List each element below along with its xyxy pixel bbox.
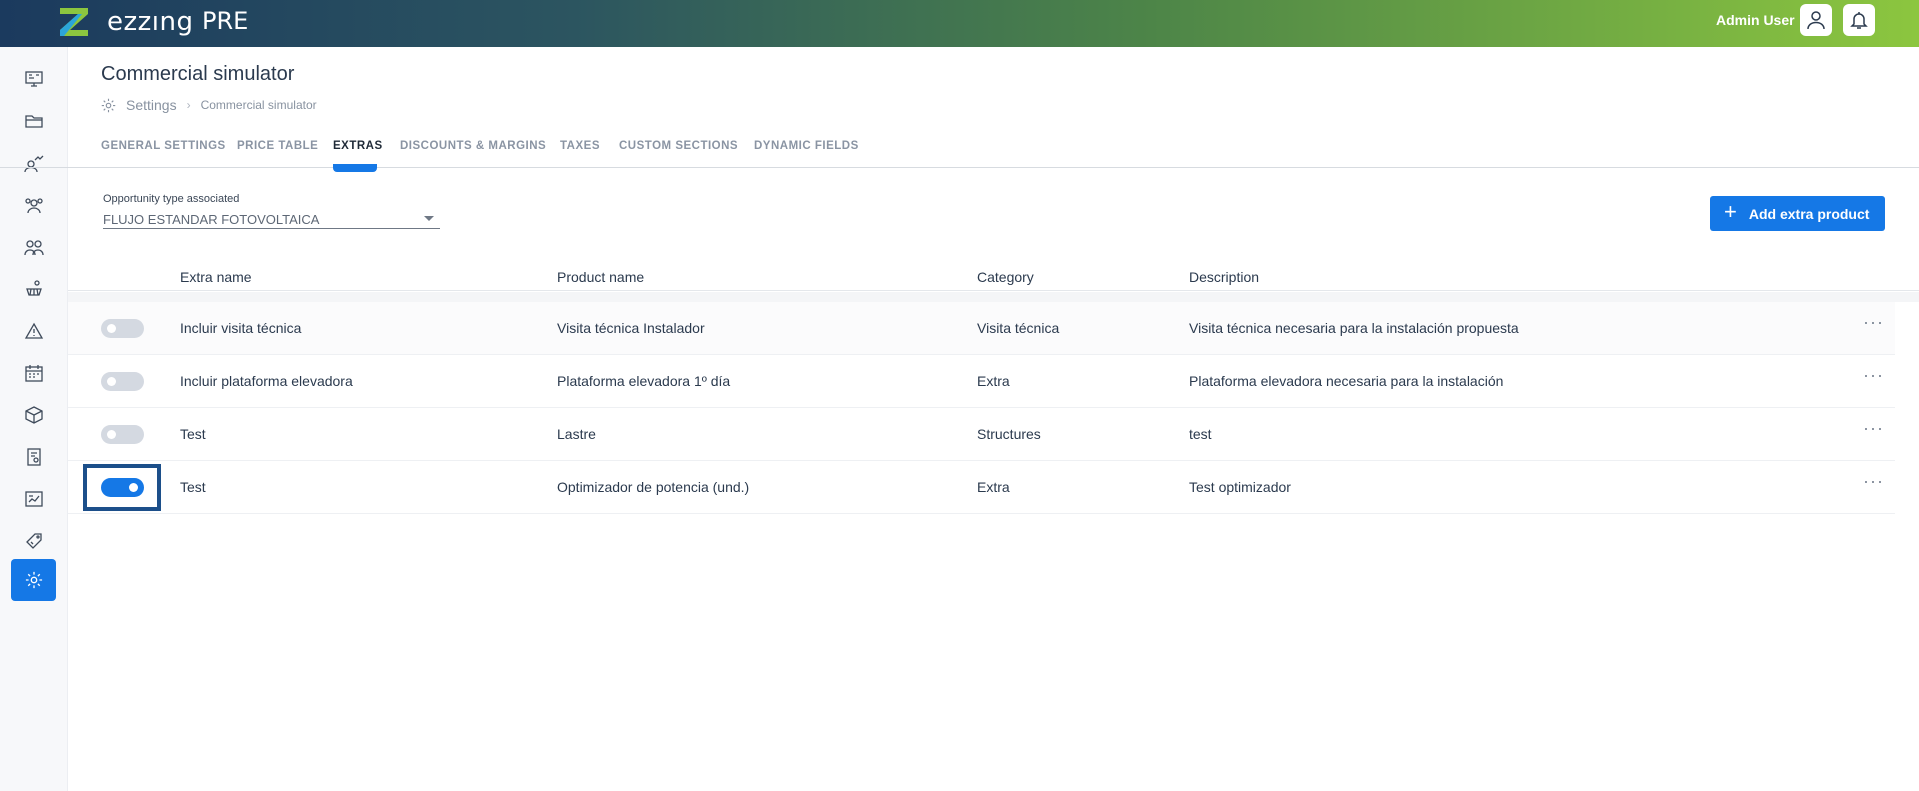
notifications-button[interactable] [1843,4,1875,36]
sidebar-item-installations[interactable] [11,268,56,310]
tab-general-settings[interactable]: GENERAL SETTINGS [101,140,226,152]
table-row[interactable]: Test Lastre Structures test ··· [68,408,1895,461]
description-cell: Visita técnica necesaria para la instala… [1189,320,1519,336]
sidebar-item-calendar[interactable] [11,352,56,394]
environment-label: PRE [202,7,249,35]
column-header-product-name[interactable]: Product name [557,269,644,285]
user-icon [1807,11,1825,30]
add-extra-product-label: Add extra product [1748,205,1870,222]
tab-price-table[interactable]: PRICE TABLE [237,140,318,152]
sidebar-item-folders[interactable] [11,100,56,142]
column-header-extra-name[interactable]: Extra name [180,269,252,285]
opportunity-type-label: Opportunity type associated [103,193,240,205]
opportunity-type-value: FLUJO ESTANDAR FOTOVOLTAICA [103,212,320,227]
tab-extras[interactable]: EXTRAS [333,140,383,152]
table-header: Extra name Product name Category Descrip… [68,265,1919,291]
tab-dynamic-fields[interactable]: DYNAMIC FIELDS [754,140,859,152]
column-header-category[interactable]: Category [977,269,1034,285]
description-cell: Plataforma elevadora necesaria para la i… [1189,373,1504,389]
table-row[interactable]: Incluir plataforma elevadora Plataforma … [68,355,1895,408]
solar-panel-icon [25,280,42,296]
description-cell: Test optimizador [1189,479,1291,495]
enable-toggle[interactable] [101,319,144,338]
extra-name-cell: Test [180,426,206,442]
report-icon [24,491,43,507]
user-name[interactable]: Admin User [1716,12,1795,28]
table-row[interactable]: Incluir visita técnica Visita técnica In… [68,302,1895,355]
product-name-cell: Optimizador de potencia (und.) [557,479,750,495]
plus-icon: + [1724,199,1737,224]
monitor-icon [24,71,43,87]
warning-icon [24,322,43,339]
page-title: Commercial simulator [101,63,295,85]
sidebar-item-alerts[interactable] [11,310,56,352]
user-profile-button[interactable] [1800,4,1832,36]
add-extra-product-button[interactable]: + Add extra product [1710,196,1885,231]
tag-icon [25,533,42,549]
enable-toggle[interactable] [101,478,144,497]
active-tab-indicator [333,164,377,172]
category-cell: Extra [977,479,1010,495]
ezzing-logo-icon[interactable] [56,4,92,40]
invoice-icon [26,448,41,466]
breadcrumb-current: Commercial simulator [200,98,317,112]
table-row[interactable]: Test Optimizador de potencia (und.) Extr… [68,461,1895,514]
sidebar-item-contacts[interactable] [11,226,56,268]
box-icon [24,406,43,424]
category-cell: Visita técnica [977,320,1060,336]
product-name-cell: Lastre [557,426,596,442]
calendar-icon [24,365,43,382]
breadcrumb: Settings › Commercial simulator [101,97,317,113]
tab-bar: GENERAL SETTINGS PRICE TABLE EXTRAS DISC… [0,140,1919,168]
sidebar-item-reports[interactable] [11,478,56,520]
extra-name-cell: Incluir plataforma elevadora [180,373,353,389]
sidebar-item-dashboard[interactable] [11,58,56,100]
more-options-icon[interactable]: ··· [1863,418,1884,439]
enable-toggle[interactable] [101,372,144,391]
enable-toggle[interactable] [101,425,144,444]
sidebar-item-products[interactable] [11,394,56,436]
team-icon [24,198,43,214]
tab-discounts-margins[interactable]: DISCOUNTS & MARGINS [400,140,546,152]
tab-custom-sections[interactable]: CUSTOM SECTIONS [619,140,738,152]
more-options-icon[interactable]: ··· [1863,312,1884,333]
top-bar: ezzıng PRE Admin User [0,0,1919,47]
sidebar-item-invoices[interactable] [11,436,56,478]
more-options-icon[interactable]: ··· [1863,471,1884,492]
breadcrumb-settings-link[interactable]: Settings [126,97,177,113]
table-divider [68,292,1919,302]
product-name-cell: Plataforma elevadora 1º día [557,373,731,389]
brand-name: ezzıng [107,7,194,37]
opportunity-type-select[interactable]: FLUJO ESTANDAR FOTOVOLTAICA [103,209,440,229]
chevron-right-icon: › [186,98,191,112]
column-header-description[interactable]: Description [1189,269,1259,285]
tab-taxes[interactable]: TAXES [560,140,600,152]
gear-icon [101,98,116,112]
folder-icon [24,115,43,128]
extra-name-cell: Test [180,479,206,495]
description-cell: test [1189,426,1212,442]
category-cell: Structures [977,426,1041,442]
product-name-cell: Visita técnica Instalador [557,320,705,336]
bell-icon [1850,12,1868,29]
users-icon [23,240,44,256]
sidebar-item-teams[interactable] [11,184,56,226]
extra-name-cell: Incluir visita técnica [180,320,302,336]
sidebar-item-settings[interactable] [11,559,56,601]
chevron-down-icon [424,216,434,221]
sidebar-item-pricing[interactable] [11,520,56,562]
gear-icon [25,571,42,589]
category-cell: Extra [977,373,1010,389]
more-options-icon[interactable]: ··· [1863,365,1884,386]
